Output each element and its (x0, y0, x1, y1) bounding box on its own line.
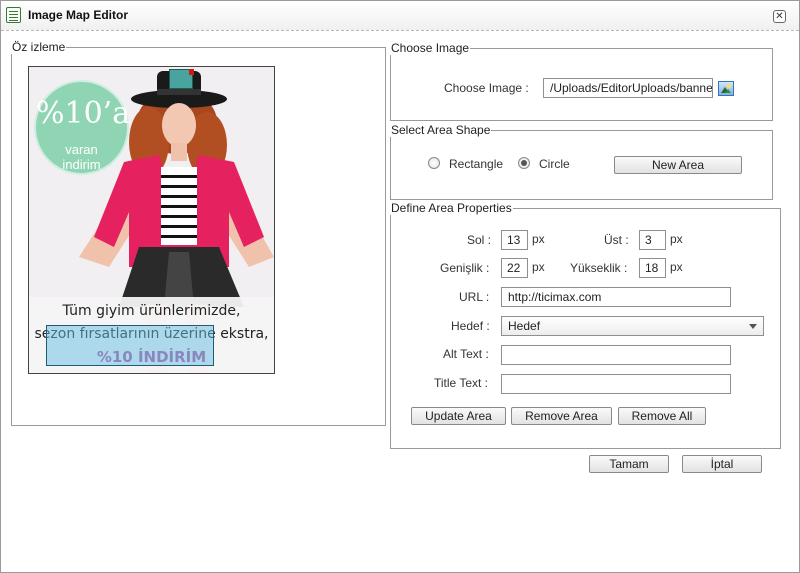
circle-radio[interactable] (518, 157, 530, 169)
dialog-title: Image Map Editor (28, 8, 129, 22)
yukseklik-label: Yükseklik : (570, 261, 628, 275)
genislik-label: Genişlik : (440, 261, 490, 275)
genislik-field[interactable]: 22 (501, 258, 528, 278)
image-map-editor-dialog: Image Map Editor ✕ Öz izleme %10’a varan… (0, 0, 800, 573)
title-text-label: Title Text : (434, 376, 489, 390)
map-area-highlight[interactable] (46, 325, 214, 366)
choose-image-label: Choose Image : (444, 81, 529, 95)
rectangle-radio[interactable] (428, 157, 440, 169)
alt-text-field[interactable] (501, 345, 731, 365)
title-bar: Image Map Editor ✕ (1, 1, 799, 31)
map-area-circle-marker[interactable] (169, 69, 194, 89)
close-icon[interactable]: ✕ (773, 10, 786, 23)
ust-unit: px (670, 232, 683, 246)
badge-line-2: indirim (62, 157, 101, 172)
sol-field[interactable]: 13 (501, 230, 528, 250)
rectangle-radio-label: Rectangle (449, 157, 504, 171)
area-shape-legend: Select Area Shape (391, 123, 491, 137)
cancel-button[interactable]: İptal (682, 455, 762, 473)
url-field[interactable]: http://ticimax.com (501, 287, 731, 307)
sol-label: Sol : (467, 233, 492, 247)
badge-percent: %10’a (36, 96, 131, 131)
ust-field[interactable]: 3 (639, 230, 666, 250)
ok-button[interactable]: Tamam (589, 455, 669, 473)
choose-image-legend: Choose Image (391, 41, 470, 55)
url-label: URL : (459, 290, 490, 304)
yukseklik-field[interactable]: 18 (639, 258, 666, 278)
title-text-field[interactable] (501, 374, 731, 394)
remove-all-button[interactable]: Remove All (618, 407, 706, 425)
hedef-select-value: Hedef (508, 319, 541, 333)
preview-legend: Öz izleme (12, 40, 66, 54)
badge-line-1: varan (65, 142, 98, 157)
chevron-down-icon (749, 324, 757, 329)
ust-label: Üst : (604, 233, 629, 247)
circle-radio-label: Circle (539, 157, 570, 171)
remove-area-button[interactable]: Remove Area (511, 407, 612, 425)
genislik-unit: px (532, 260, 545, 274)
discount-badge: %10’a varan indirim (34, 80, 131, 175)
sol-unit: px (532, 232, 545, 246)
hedef-label: Hedef : (451, 319, 490, 333)
caption-line-1: Tüm giyim ürünlerimizde, (62, 303, 241, 319)
alt-text-label: Alt Text : (443, 347, 489, 361)
new-area-button[interactable]: New Area (614, 156, 742, 174)
editor-window-icon (6, 7, 21, 23)
image-browse-icon[interactable] (718, 81, 734, 96)
update-area-button[interactable]: Update Area (411, 407, 506, 425)
yukseklik-unit: px (670, 260, 683, 274)
area-properties-legend: Define Area Properties (391, 201, 512, 215)
preview-image: %10’a varan indirim Tüm giyim ürünlerimi… (28, 66, 275, 374)
hedef-select[interactable]: Hedef (501, 316, 764, 336)
image-path-field[interactable]: /Uploads/EditorUploads/banner (543, 78, 713, 98)
